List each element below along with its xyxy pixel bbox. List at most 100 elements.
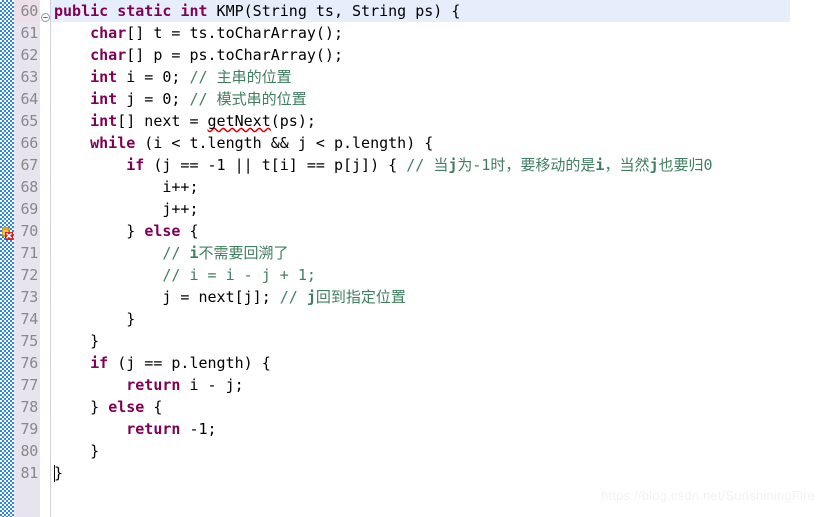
line-number: 79 — [20, 420, 39, 438]
code-token-kw: char — [90, 24, 127, 42]
code-token-kw: int — [90, 112, 118, 130]
line-number: 77 — [20, 376, 39, 394]
code-token-kw: int — [180, 2, 208, 20]
code-token-plain: } — [54, 442, 100, 460]
code-text[interactable]: int i = 0; // 主串的位置 — [54, 66, 292, 88]
code-token-cmt: // i = i - j + 1; — [162, 266, 316, 284]
code-line[interactable]: 74 } — [0, 308, 823, 330]
code-line[interactable]: 64 int j = 0; // 模式串的位置 — [0, 88, 823, 110]
code-token-plain: i = 0; — [117, 68, 190, 86]
code-token-plain: } — [54, 222, 145, 240]
code-editor[interactable]: ic) 60public static int KMP(String ts, S… — [0, 0, 823, 517]
code-line[interactable]: 60 public static int KMP(String ts, Strin… — [0, 0, 823, 22]
code-token-plain: (i < t.length && j < p.length) { — [135, 134, 434, 152]
code-token-cmtb: j — [649, 156, 659, 174]
code-token-cmt: // — [406, 156, 434, 174]
code-line[interactable]: 77 return i - j; — [0, 374, 823, 396]
line-number: 69 — [20, 200, 39, 218]
line-number: 60 — [20, 2, 39, 20]
code-text[interactable]: } — [54, 330, 99, 352]
fold-collapse-icon[interactable] — [41, 6, 50, 22]
code-line[interactable]: 70 } else { — [0, 220, 823, 242]
code-line[interactable]: 66 while (i < t.length && j < p.length) … — [0, 132, 823, 154]
code-text[interactable]: if (j == p.length) { — [54, 352, 271, 374]
code-token-plain: { — [180, 222, 199, 240]
code-line[interactable]: 79 return -1; — [0, 418, 823, 440]
code-text[interactable]: } else { — [54, 220, 199, 242]
code-line[interactable]: 73 j = next[j]; // j回到指定位置 — [0, 286, 823, 308]
watermark-text: https://blog.csdn.net/SunshiningFire — [601, 488, 815, 503]
code-line[interactable]: 61 char[] t = ts.toCharArray(); — [0, 22, 823, 44]
code-line[interactable]: 62 char[] p = ps.toCharArray(); — [0, 44, 823, 66]
code-text[interactable]: if (j == -1 || t[i] == p[j]) { // 当j为-1时… — [54, 154, 712, 176]
code-text[interactable]: // i不需要回溯了 — [54, 242, 289, 264]
code-token-kw: static — [117, 2, 172, 20]
code-text[interactable]: // i = i - j + 1; — [54, 264, 316, 286]
line-number: 75 — [20, 332, 39, 350]
code-line[interactable]: 75 } — [0, 330, 823, 352]
code-token-cmt: 为-1时，要移动的是 — [457, 156, 596, 174]
code-token-cmt: // — [162, 244, 190, 262]
code-token-plain: i - j; — [180, 376, 244, 394]
line-number: 65 — [20, 112, 39, 130]
code-token-plain: } — [54, 464, 64, 482]
code-token-cmt: 模式串的位置 — [216, 90, 307, 108]
line-number: 61 — [20, 24, 39, 42]
code-token-cmt: // — [189, 90, 217, 108]
code-text[interactable]: int j = 0; // 模式串的位置 — [54, 88, 307, 110]
code-line[interactable]: 78 } else { — [0, 396, 823, 418]
code-line[interactable]: 80 } — [0, 440, 823, 462]
code-line[interactable]: 72 // i = i - j + 1; — [0, 264, 823, 286]
code-text[interactable]: return i - j; — [54, 374, 244, 396]
line-number: 78 — [20, 398, 39, 416]
code-text[interactable]: return -1; — [54, 418, 216, 440]
code-token-kw: else — [108, 398, 145, 416]
code-text[interactable]: j++; — [54, 198, 198, 220]
code-line[interactable]: 68 i++; — [0, 176, 823, 198]
line-number: 68 — [20, 178, 39, 196]
code-token-cmtb: i — [189, 244, 199, 262]
code-token-cmtb: j — [448, 156, 458, 174]
code-text[interactable]: } — [54, 462, 63, 484]
code-line[interactable]: 71 // i不需要回溯了 — [0, 242, 823, 264]
code-token-kw: return — [126, 420, 181, 438]
code-token-cmt: 不需要回溯了 — [198, 244, 289, 262]
code-text[interactable]: } — [54, 440, 99, 462]
line-number: 63 — [20, 68, 39, 86]
code-text[interactable]: public static int KMP(String ts, String … — [54, 0, 460, 22]
code-token-plain: [] t = ts.toCharArray(); — [126, 24, 343, 42]
line-number: 66 — [20, 134, 39, 152]
code-text[interactable]: int[] next = getNext(ps); — [54, 110, 316, 132]
code-text[interactable]: } — [54, 308, 135, 330]
code-token-plain: KMP(String ts, String ps) { — [207, 2, 461, 20]
code-token-plain: (j == -1 || t[i] == p[j]) { — [144, 156, 407, 174]
code-token-kw: if — [126, 156, 145, 174]
code-token-cmt: 主串的位置 — [216, 68, 292, 86]
code-text[interactable]: j = next[j]; // j回到指定位置 — [54, 286, 406, 308]
code-text[interactable]: i++; — [54, 176, 198, 198]
code-line[interactable]: 67 if (j == -1 || t[i] == p[j]) { // 当j为… — [0, 154, 823, 176]
code-token-kw: if — [90, 354, 109, 372]
code-line[interactable]: 69 j++; — [0, 198, 823, 220]
code-token-kw: int — [90, 90, 118, 108]
code-line[interactable]: 81} — [0, 462, 823, 484]
line-number: 62 — [20, 46, 39, 64]
code-token-plain: j = next[j]; — [54, 288, 280, 306]
code-line[interactable]: 65 int[] next = getNext(ps); — [0, 110, 823, 240]
code-line[interactable]: 76 if (j == p.length) { — [0, 352, 823, 374]
code-text[interactable]: while (i < t.length && j < p.length) { — [54, 132, 433, 154]
code-line[interactable]: 63 int i = 0; // 主串的位置 — [0, 66, 823, 88]
code-text[interactable]: char[] p = ps.toCharArray(); — [54, 44, 343, 66]
code-text[interactable]: char[] t = ts.toCharArray(); — [54, 22, 343, 44]
code-text[interactable]: } else { — [54, 396, 162, 418]
